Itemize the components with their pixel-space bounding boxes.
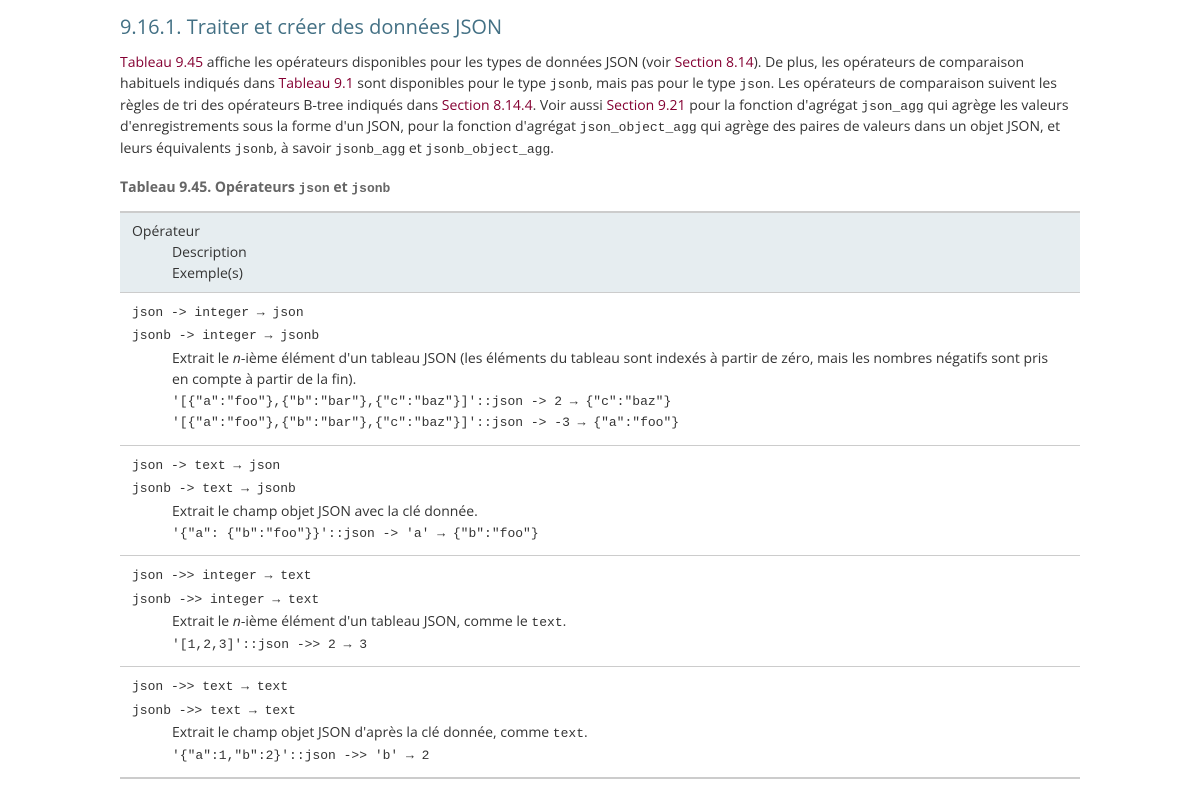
- text: .: [550, 139, 554, 158]
- code-jsonb-agg: jsonb_agg: [335, 142, 405, 157]
- signature: jsonb -> text → jsonb: [132, 481, 296, 496]
- signature: json ->> text → text: [132, 679, 288, 694]
- code-json: json: [739, 77, 770, 92]
- text: sont disponibles pour le type: [354, 74, 550, 93]
- description-text: Extrait le champ objet JSON d'après la c…: [172, 722, 1068, 744]
- link-tableau-9-1[interactable]: Tableau 9.1: [279, 74, 354, 93]
- signature: jsonb ->> integer → text: [132, 592, 319, 607]
- example: '[{"a":"foo"},{"b":"bar"},{"c":"baz"}]':…: [172, 413, 1068, 433]
- code-jsonb: jsonb: [235, 142, 274, 157]
- example: '{"a":1,"b":2}'::json ->> 'b' → 2: [172, 746, 1068, 766]
- link-tableau-9-45[interactable]: Tableau 9.45: [120, 53, 203, 72]
- example: '[{"a":"foo"},{"b":"bar"},{"c":"baz"}]':…: [172, 392, 1068, 412]
- code-jsonb: jsonb: [550, 77, 589, 92]
- signature: jsonb ->> text → text: [132, 703, 296, 718]
- example: '{"a": {"b":"foo"}}'::json -> 'a' → {"b"…: [172, 524, 1068, 544]
- table-row: json -> integer → json jsonb -> integer …: [120, 292, 1080, 445]
- description-text: Extrait le n-ième élément d'un tableau J…: [172, 348, 1068, 390]
- signature: json -> integer → json: [132, 305, 304, 320]
- table-caption: Tableau 9.45. Opérateurs json et jsonb: [120, 177, 1080, 199]
- caption-prefix: Tableau 9.45. Opérateurs: [120, 178, 299, 197]
- text: . Voir aussi: [533, 96, 607, 115]
- caption-code-jsonb: jsonb: [351, 181, 390, 196]
- intro-paragraph: Tableau 9.45 affiche les opérateurs disp…: [120, 52, 1080, 159]
- caption-code-json: json: [299, 181, 330, 196]
- text: pour la fonction d'agrégat: [686, 96, 862, 115]
- link-section-9-21[interactable]: Section 9.21: [606, 96, 685, 115]
- section-title: 9.16.1. Traiter et créer des données JSO…: [120, 12, 1080, 42]
- text: affiche les opérateurs disponibles pour …: [203, 53, 674, 72]
- code-json-agg: json_agg: [861, 99, 923, 114]
- link-section-8-14[interactable]: Section 8.14: [675, 53, 754, 72]
- link-section-8-14-4[interactable]: Section 8.14.4: [442, 96, 533, 115]
- text: et: [405, 139, 425, 158]
- code-jsonb-object-agg: jsonb_object_agg: [425, 142, 550, 157]
- signature: jsonb -> integer → jsonb: [132, 328, 319, 343]
- text: , à savoir: [274, 139, 335, 158]
- description-text: Extrait le n-ième élément d'un tableau J…: [172, 611, 1068, 633]
- header-examples: Exemple(s): [172, 263, 1068, 284]
- text: , mais pas pour le type: [589, 74, 740, 93]
- example: '[1,2,3]'::json ->> 2 → 3: [172, 635, 1068, 655]
- signature: json ->> integer → text: [132, 568, 311, 583]
- table-row: json ->> integer → text jsonb ->> intege…: [120, 556, 1080, 667]
- signature: json -> text → json: [132, 458, 280, 473]
- table-row: json ->> text → text jsonb ->> text → te…: [120, 667, 1080, 779]
- header-description: Description: [172, 242, 1068, 263]
- code-json-object-agg: json_object_agg: [580, 120, 697, 135]
- table-header-cell: Opérateur Description Exemple(s): [120, 212, 1080, 293]
- header-operator: Opérateur: [132, 221, 1068, 242]
- operators-table: Opérateur Description Exemple(s) json ->…: [120, 211, 1080, 780]
- description-text: Extrait le champ objet JSON avec la clé …: [172, 501, 1068, 522]
- caption-mid: et: [330, 178, 352, 197]
- table-row: json -> text → json jsonb -> text → json…: [120, 445, 1080, 556]
